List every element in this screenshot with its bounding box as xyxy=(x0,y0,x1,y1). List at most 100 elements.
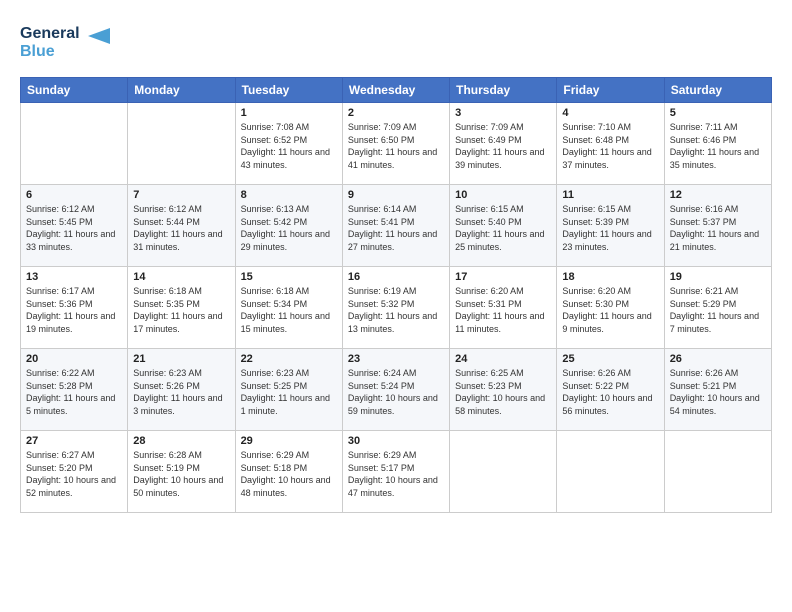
calendar-cell: 12Sunrise: 6:16 AM Sunset: 5:37 PM Dayli… xyxy=(664,185,771,267)
day-number: 13 xyxy=(26,271,122,283)
day-number: 20 xyxy=(26,353,122,365)
logo: General Blue xyxy=(20,18,130,67)
calendar-week-1: 1 Sunrise: 7:08 AM Sunset: 6:52 PM Daylig… xyxy=(21,103,772,185)
calendar-cell: 29 Sunrise: 6:29 AM Sunset: 5:18 PM Dayli… xyxy=(235,431,342,513)
calendar-cell xyxy=(450,431,557,513)
day-info: Sunrise: 6:28 AM Sunset: 5:19 PM Dayligh… xyxy=(133,449,229,499)
calendar-cell: 23 Sunrise: 6:24 AM Sunset: 5:24 PM Dayli… xyxy=(342,349,449,431)
calendar-cell: 26 Sunrise: 6:26 AM Sunset: 5:21 PM Dayli… xyxy=(664,349,771,431)
day-number: 26 xyxy=(670,353,766,365)
day-info: Sunrise: 6:24 AM Sunset: 5:24 PM Dayligh… xyxy=(348,367,444,417)
calendar-week-3: 13 Sunrise: 6:17 AM Sunset: 5:36 PM Dayli… xyxy=(21,267,772,349)
calendar-cell: 27 Sunrise: 6:27 AM Sunset: 5:20 PM Dayli… xyxy=(21,431,128,513)
day-number: 17 xyxy=(455,271,551,283)
calendar-cell xyxy=(21,103,128,185)
day-number: 1 xyxy=(241,107,337,119)
day-info: Sunrise: 7:08 AM Sunset: 6:52 PM Dayligh… xyxy=(241,121,337,171)
svg-text:Blue: Blue xyxy=(20,43,55,60)
calendar-cell: 8 Sunrise: 6:13 AM Sunset: 5:42 PM Daylig… xyxy=(235,185,342,267)
day-info: Sunrise: 6:20 AM Sunset: 5:30 PM Dayligh… xyxy=(562,285,658,335)
day-info: Sunrise: 6:22 AM Sunset: 5:28 PM Dayligh… xyxy=(26,367,122,417)
weekday-header-sunday: Sunday xyxy=(21,78,128,103)
logo-svg: General Blue xyxy=(20,18,130,62)
day-info: Sunrise: 6:21 AM Sunset: 5:29 PM Dayligh… xyxy=(670,285,766,335)
calendar-table: SundayMondayTuesdayWednesdayThursdayFrid… xyxy=(20,77,772,513)
day-number: 11 xyxy=(562,189,658,201)
day-number: 15 xyxy=(241,271,337,283)
day-info: Sunrise: 7:09 AM Sunset: 6:49 PM Dayligh… xyxy=(455,121,551,171)
day-info: Sunrise: 6:12 AM Sunset: 5:45 PM Dayligh… xyxy=(26,203,122,253)
svg-text:General: General xyxy=(20,25,80,42)
calendar-cell: 28 Sunrise: 6:28 AM Sunset: 5:19 PM Dayli… xyxy=(128,431,235,513)
calendar-cell: 11 Sunrise: 6:15 AM Sunset: 5:39 PM Dayli… xyxy=(557,185,664,267)
day-info: Sunrise: 6:29 AM Sunset: 5:18 PM Dayligh… xyxy=(241,449,337,499)
day-info: Sunrise: 7:10 AM Sunset: 6:48 PM Dayligh… xyxy=(562,121,658,171)
day-info: Sunrise: 6:16 AM Sunset: 5:37 PM Dayligh… xyxy=(670,203,766,253)
weekday-header-tuesday: Tuesday xyxy=(235,78,342,103)
calendar-cell: 18Sunrise: 6:20 AM Sunset: 5:30 PM Dayli… xyxy=(557,267,664,349)
weekday-header-saturday: Saturday xyxy=(664,78,771,103)
calendar-cell: 14 Sunrise: 6:18 AM Sunset: 5:35 PM Dayli… xyxy=(128,267,235,349)
calendar-week-2: 6 Sunrise: 6:12 AM Sunset: 5:45 PM Daylig… xyxy=(21,185,772,267)
calendar-cell: 7 Sunrise: 6:12 AM Sunset: 5:44 PM Daylig… xyxy=(128,185,235,267)
day-number: 9 xyxy=(348,189,444,201)
day-info: Sunrise: 6:15 AM Sunset: 5:39 PM Dayligh… xyxy=(562,203,658,253)
page: General Blue SundayMondayTuesdayWednesda… xyxy=(0,0,792,612)
calendar-cell: 24 Sunrise: 6:25 AM Sunset: 5:23 PM Dayli… xyxy=(450,349,557,431)
day-info: Sunrise: 6:17 AM Sunset: 5:36 PM Dayligh… xyxy=(26,285,122,335)
day-number: 23 xyxy=(348,353,444,365)
day-number: 27 xyxy=(26,435,122,447)
day-number: 5 xyxy=(670,107,766,119)
day-number: 19 xyxy=(670,271,766,283)
day-info: Sunrise: 6:27 AM Sunset: 5:20 PM Dayligh… xyxy=(26,449,122,499)
day-number: 29 xyxy=(241,435,337,447)
day-number: 7 xyxy=(133,189,229,201)
day-info: Sunrise: 6:25 AM Sunset: 5:23 PM Dayligh… xyxy=(455,367,551,417)
day-number: 2 xyxy=(348,107,444,119)
day-number: 6 xyxy=(26,189,122,201)
day-info: Sunrise: 6:18 AM Sunset: 5:34 PM Dayligh… xyxy=(241,285,337,335)
day-number: 25 xyxy=(562,353,658,365)
weekday-header-wednesday: Wednesday xyxy=(342,78,449,103)
calendar-cell xyxy=(557,431,664,513)
weekday-header-monday: Monday xyxy=(128,78,235,103)
day-number: 4 xyxy=(562,107,658,119)
calendar-cell: 21 Sunrise: 6:23 AM Sunset: 5:26 PM Dayli… xyxy=(128,349,235,431)
calendar-cell: 19 Sunrise: 6:21 AM Sunset: 5:29 PM Dayli… xyxy=(664,267,771,349)
calendar-cell: 25Sunrise: 6:26 AM Sunset: 5:22 PM Dayli… xyxy=(557,349,664,431)
weekday-header-friday: Friday xyxy=(557,78,664,103)
day-info: Sunrise: 6:26 AM Sunset: 5:21 PM Dayligh… xyxy=(670,367,766,417)
day-info: Sunrise: 7:11 AM Sunset: 6:46 PM Dayligh… xyxy=(670,121,766,171)
day-number: 3 xyxy=(455,107,551,119)
day-info: Sunrise: 6:23 AM Sunset: 5:26 PM Dayligh… xyxy=(133,367,229,417)
day-info: Sunrise: 6:18 AM Sunset: 5:35 PM Dayligh… xyxy=(133,285,229,335)
day-number: 21 xyxy=(133,353,229,365)
calendar-cell: 30 Sunrise: 6:29 AM Sunset: 5:17 PM Dayli… xyxy=(342,431,449,513)
day-number: 10 xyxy=(455,189,551,201)
day-info: Sunrise: 6:12 AM Sunset: 5:44 PM Dayligh… xyxy=(133,203,229,253)
weekday-header-thursday: Thursday xyxy=(450,78,557,103)
calendar-cell: 20 Sunrise: 6:22 AM Sunset: 5:28 PM Dayli… xyxy=(21,349,128,431)
calendar-cell: 17 Sunrise: 6:20 AM Sunset: 5:31 PM Dayli… xyxy=(450,267,557,349)
day-number: 8 xyxy=(241,189,337,201)
calendar-cell: 6 Sunrise: 6:12 AM Sunset: 5:45 PM Daylig… xyxy=(21,185,128,267)
day-number: 24 xyxy=(455,353,551,365)
calendar-cell: 3 Sunrise: 7:09 AM Sunset: 6:49 PM Daylig… xyxy=(450,103,557,185)
calendar-cell: 4 Sunrise: 7:10 AM Sunset: 6:48 PM Daylig… xyxy=(557,103,664,185)
day-info: Sunrise: 6:14 AM Sunset: 5:41 PM Dayligh… xyxy=(348,203,444,253)
calendar-cell: 5 Sunrise: 7:11 AM Sunset: 6:46 PM Daylig… xyxy=(664,103,771,185)
day-info: Sunrise: 6:23 AM Sunset: 5:25 PM Dayligh… xyxy=(241,367,337,417)
calendar-week-5: 27 Sunrise: 6:27 AM Sunset: 5:20 PM Dayli… xyxy=(21,431,772,513)
calendar-cell: 16Sunrise: 6:19 AM Sunset: 5:32 PM Dayli… xyxy=(342,267,449,349)
day-info: Sunrise: 6:29 AM Sunset: 5:17 PM Dayligh… xyxy=(348,449,444,499)
weekday-header-row: SundayMondayTuesdayWednesdayThursdayFrid… xyxy=(21,78,772,103)
day-number: 28 xyxy=(133,435,229,447)
day-number: 30 xyxy=(348,435,444,447)
day-number: 14 xyxy=(133,271,229,283)
day-info: Sunrise: 6:13 AM Sunset: 5:42 PM Dayligh… xyxy=(241,203,337,253)
day-info: Sunrise: 7:09 AM Sunset: 6:50 PM Dayligh… xyxy=(348,121,444,171)
calendar-cell: 1 Sunrise: 7:08 AM Sunset: 6:52 PM Daylig… xyxy=(235,103,342,185)
day-info: Sunrise: 6:20 AM Sunset: 5:31 PM Dayligh… xyxy=(455,285,551,335)
calendar-cell: 13 Sunrise: 6:17 AM Sunset: 5:36 PM Dayli… xyxy=(21,267,128,349)
calendar-cell xyxy=(664,431,771,513)
